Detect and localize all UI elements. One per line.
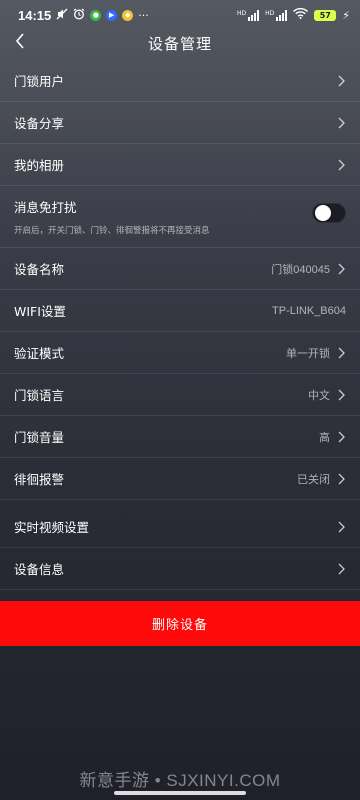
wifi-icon [293,7,309,22]
settings-row-lock-language[interactable]: 门锁语言 中文 [0,374,360,416]
chevron-right-icon [336,74,346,88]
settings-row-my-album[interactable]: 我的相册 [0,144,360,186]
page-title: 设备管理 [147,34,212,53]
wechat-app-icon: ● [90,9,102,21]
settings-row-device-info[interactable]: 设备信息 [0,548,360,590]
settings-row-wifi[interactable]: WIFI设置 TP-LINK_B604 [0,290,360,332]
home-indicator[interactable] [114,791,246,795]
back-button[interactable] [10,30,30,52]
mute-icon [56,8,68,22]
row-value: 中文 [308,389,330,402]
row-value: 单一开锁 [286,347,330,360]
status-right: HD HD 57 ⚡ [237,7,350,22]
row-value: 门锁040045 [271,263,330,276]
row-label: 实时视频设置 [14,520,90,535]
settings-row-door-lock-users[interactable]: 门锁用户 [0,60,360,102]
chevron-right-icon [336,346,346,360]
signal-icon: HD [237,9,260,21]
row-label: 门锁用户 [14,74,65,89]
settings-row-loiter-alarm[interactable]: 徘徊报警 已关闭 [0,458,360,500]
chevron-right-icon [336,430,346,444]
settings-row-device-share[interactable]: 设备分享 [0,102,360,144]
toggle-knob [315,205,331,221]
settings-list: 门锁用户 设备分享 我的相册 消息免打扰 开启后，开关门锁、门铃、徘徊警报将不再… [0,60,360,590]
row-value: 已关闭 [297,473,330,486]
row-label: 门锁语言 [14,388,65,403]
header: 设备管理 [0,28,360,58]
row-label: 设备信息 [14,562,65,577]
watermark: 新意手游 • SJXINYI.COM [79,771,281,790]
row-description: 开启后，开关门锁、门铃、徘徊警报将不再接受消息 [14,226,210,236]
row-label: 设备分享 [14,116,65,131]
settings-row-live-video[interactable]: 实时视频设置 [0,506,360,548]
status-time: 14:15 [18,7,52,23]
chevron-right-icon [336,388,346,402]
do-not-disturb-toggle[interactable] [312,203,346,223]
status-bar: 14:15 ● ▶ ◆ ··· HD HD 57 ⚡ [0,0,360,30]
alarm-clock-icon [73,8,85,22]
settings-row-do-not-disturb: 消息免打扰 开启后，开关门锁、门铃、徘徊警报将不再接受消息 [0,186,360,248]
signal-icon-2: HD [265,9,288,21]
row-label: 验证模式 [14,346,65,361]
video-app-icon: ▶ [106,9,118,21]
row-label: 设备名称 [14,262,65,277]
chevron-right-icon [336,116,346,130]
settings-row-lock-volume[interactable]: 门锁音量 高 [0,416,360,458]
chevron-right-icon [336,520,346,534]
chevron-right-icon [336,262,346,276]
row-label: 我的相册 [14,158,65,173]
settings-row-verify-mode[interactable]: 验证模式 单一开锁 [0,332,360,374]
more-notifications-icon: ··· [138,8,149,22]
row-label: 门锁音量 [14,430,65,445]
chevron-left-icon [15,33,24,49]
chevron-right-icon [336,562,346,576]
settings-row-device-name[interactable]: 设备名称 门锁040045 [0,248,360,290]
chevron-right-icon [336,158,346,172]
battery-indicator: 57 [314,9,337,21]
row-label: 消息免打扰 [14,200,77,215]
charging-icon: ⚡ [342,8,350,22]
chevron-right-icon [336,472,346,486]
status-left: 14:15 ● ▶ ◆ ··· [18,8,149,23]
row-value: TP-LINK_B604 [272,304,346,317]
row-value: 高 [319,431,330,444]
delete-device-button[interactable]: 删除设备 [0,601,360,646]
row-label: 徘徊报警 [14,472,65,487]
row-label: WIFI设置 [14,304,66,319]
app-notification-icon: ◆ [122,9,134,21]
